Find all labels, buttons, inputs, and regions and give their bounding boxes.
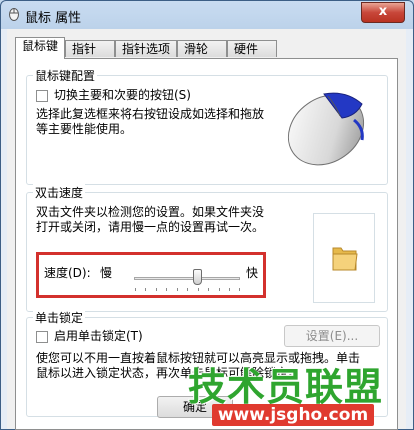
switch-buttons-label[interactable]: 切换主要和次要的按钮(S) — [54, 88, 191, 103]
close-button[interactable]: x — [361, 2, 405, 23]
tab-hardware[interactable]: 硬件 — [227, 40, 277, 57]
button-config-description-1: 选择此复选框来将右按钮设成如选择和拖放 — [36, 107, 265, 121]
speed-highlight-box — [36, 252, 266, 298]
tab-wheel[interactable]: 滑轮 — [177, 40, 227, 57]
click-lock-checkbox[interactable] — [36, 331, 48, 343]
tab-pointers[interactable]: 指针 — [65, 40, 115, 57]
title-bar[interactable]: 鼠标 属性 x — [1, 1, 413, 29]
watermark-brand: 技术员联盟 — [188, 365, 384, 409]
button-config-title: 鼠标键配置 — [33, 67, 98, 84]
button-config-description-2: 等主要性能使用。 — [36, 122, 133, 136]
double-click-title: 双击速度 — [33, 184, 86, 201]
window-title: 鼠标 属性 — [25, 11, 82, 26]
double-click-description-2: 打开或关闭，请用慢一点的设置再试一次。 — [36, 220, 265, 234]
close-icon: x — [378, 4, 388, 19]
mouse-app-icon — [9, 8, 19, 21]
tab-pointer-options[interactable]: 指针选项 — [115, 40, 177, 57]
click-lock-title: 单击锁定 — [33, 309, 86, 326]
switch-buttons-checkbox[interactable] — [36, 90, 48, 102]
click-lock-label[interactable]: 启用单击锁定(T) — [54, 329, 143, 344]
watermark-url: www.jsgho.com — [212, 404, 374, 426]
tab-buttons[interactable]: 鼠标键 — [15, 37, 65, 59]
click-lock-settings-button[interactable]: 设置(E)... — [284, 325, 380, 347]
mouse-illustration — [287, 92, 365, 166]
double-click-description-1: 双击文件夹以检测您的设置。如果文件夹没 — [36, 205, 265, 219]
folder-icon[interactable] — [330, 242, 360, 274]
test-folder-area[interactable] — [313, 213, 375, 303]
